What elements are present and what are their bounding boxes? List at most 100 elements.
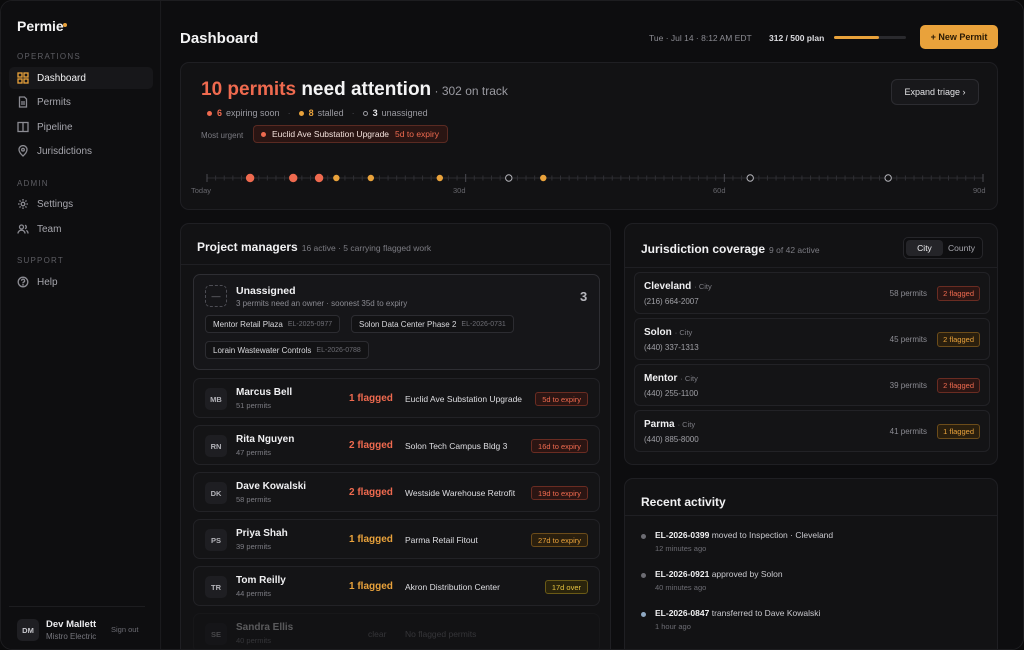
- sidebar-item-label: Team: [37, 223, 62, 235]
- new-permit-button[interactable]: + New Permit: [920, 25, 998, 49]
- plan-usage-bar: [834, 36, 906, 39]
- attention-count: 10 permits: [201, 79, 297, 100]
- recent-activity-card: Recent activity EL-2026-0399 moved to In…: [624, 478, 998, 649]
- timeline-dot-unassigned[interactable]: [505, 174, 513, 182]
- toggle-city[interactable]: City: [906, 240, 943, 256]
- avatar: DM: [17, 619, 39, 641]
- jurisdiction-type: · City: [680, 374, 698, 383]
- divider: [625, 267, 997, 268]
- jurisdiction-type: · City: [694, 282, 712, 291]
- timeline-dot-stalled[interactable]: [367, 174, 375, 182]
- unassigned-permit-chip[interactable]: Lorain Wastewater Controls EL-2026-0788: [205, 341, 369, 359]
- most-urgent-expiry: 5d to expiry: [395, 129, 439, 139]
- unassigned-group[interactable]: — Unassigned 3 permits need an owner · s…: [193, 274, 600, 370]
- avatar: MB: [205, 388, 227, 410]
- activity-text: EL-2026-0399 moved to Inspection · Cleve…: [655, 530, 833, 540]
- timeline-dot-unassigned[interactable]: [746, 174, 754, 182]
- flagged-count: 2 flagged: [349, 440, 393, 451]
- stat-separator: ·: [287, 108, 291, 118]
- timeline-dot-stalled[interactable]: [333, 174, 340, 182]
- sidebar-item-dashboard[interactable]: Dashboard: [9, 67, 153, 89]
- manager-name: Rita Nguyen: [236, 434, 295, 445]
- sidebar-item-permits[interactable]: Permits: [9, 91, 153, 113]
- expiring-dot-icon: [207, 110, 212, 116]
- timeline-label-90d: 90d: [973, 186, 986, 195]
- jurisdiction-permit-count: 41 permits: [889, 427, 927, 436]
- user-profile[interactable]: DM Dev Mallett Mistro Electric Sign out: [9, 606, 145, 646]
- avatar: RN: [205, 435, 227, 457]
- jurisdiction-phone: (216) 664-2007: [644, 297, 699, 306]
- timeline-dot-expiring[interactable]: [245, 173, 255, 183]
- sidebar-item-jurisdictions[interactable]: Jurisdictions: [9, 140, 153, 162]
- activity-description: moved to Inspection · Cleveland: [709, 530, 834, 540]
- avatar: TR: [205, 576, 227, 598]
- toggle-county[interactable]: County: [943, 240, 980, 256]
- card-title: Jurisdiction coverage: [641, 242, 766, 256]
- activity-description: approved by Solon: [709, 569, 783, 579]
- divider: [181, 264, 610, 265]
- manager-row[interactable]: TR Tom Reilly 44 permits 1 flagged Akron…: [193, 566, 600, 606]
- activity-text: EL-2026-0847 transferred to Dave Kowalsk…: [655, 608, 820, 618]
- columns-icon: [17, 121, 29, 133]
- manager-row[interactable]: DK Dave Kowalski 58 permits 2 flagged We…: [193, 472, 600, 512]
- sidebar-item-team[interactable]: Team: [9, 218, 153, 240]
- app-window: Permie OPERATIONS Dashboard Permits Pipe…: [0, 0, 1024, 650]
- sidebar-item-pipeline[interactable]: Pipeline: [9, 116, 153, 138]
- users-icon: [17, 224, 29, 234]
- manager-permit-count: 40 permits: [236, 636, 272, 645]
- flagged-badge: 2 flagged: [937, 332, 980, 347]
- jurisdiction-row[interactable]: Cleveland · City (216) 664-2007 58 permit…: [634, 272, 990, 314]
- flagged-badge: 1 flagged: [937, 424, 980, 439]
- jurisdiction-row[interactable]: Mentor · City (440) 255-1100 39 permits 2…: [634, 364, 990, 406]
- jurisdiction-row[interactable]: Parma · City (440) 885-8000 41 permits 1 …: [634, 410, 990, 452]
- expiry-badge: 17d over: [544, 580, 588, 594]
- jurisdiction-header: Jurisdiction coverage 9 of 42 active: [641, 242, 820, 256]
- no-flagged-note: No flagged permits: [405, 629, 477, 639]
- manager-permit-count: 58 permits: [236, 495, 272, 504]
- sidebar-item-help[interactable]: Help: [9, 271, 153, 293]
- jurisdiction-type-toggle: City County: [903, 237, 983, 259]
- sidebar-item-label: Jurisdictions: [37, 145, 93, 157]
- manager-row[interactable]: MB Marcus Bell 51 permits 1 flagged Eucl…: [193, 378, 600, 418]
- manager-name: Sandra Ellis: [236, 622, 294, 633]
- attention-headline: 10 permits need attention · 302 on track: [201, 79, 508, 101]
- manager-name: Priya Shah: [236, 528, 288, 539]
- jurisdiction-type: · City: [674, 328, 693, 337]
- project-managers-header: Project managers 16 active · 5 carrying f…: [197, 240, 431, 254]
- timeline-dot-unassigned[interactable]: [884, 174, 892, 182]
- activity-text: EL-2026-0921 approved by Solon: [655, 569, 783, 579]
- jurisdiction-permit-count: 58 permits: [889, 289, 927, 298]
- flagged-project: Euclid Ave Substation Upgrade: [405, 394, 523, 404]
- gear-icon: [18, 199, 28, 209]
- timeline-label-60d: 60d: [713, 186, 726, 195]
- unassigned-permit-chip[interactable]: Mentor Retail Plaza EL-2025-0977: [205, 315, 341, 333]
- manager-row[interactable]: RN Rita Nguyen 47 permits 2 flagged Solo…: [193, 425, 600, 465]
- unassigned-permit-chip[interactable]: Solon Data Center Phase 2 EL-2026-0731: [351, 315, 514, 333]
- jurisdiction-row[interactable]: Solon · City (440) 337-1313 45 permits 2 …: [634, 318, 990, 360]
- activity-time: 12 minutes ago: [655, 544, 707, 553]
- unassigned-label: unassigned: [381, 108, 428, 118]
- sidebar-item-label: Dashboard: [37, 72, 86, 84]
- jurisdiction-name-line: Mentor · City: [644, 373, 698, 384]
- flagged-project: Westside Warehouse Retrofit: [405, 488, 516, 498]
- jurisdiction-name-line: Parma · City: [644, 419, 695, 430]
- activity-permit-id: EL-2026-0847: [655, 608, 710, 618]
- sidebar-item-settings[interactable]: Settings: [9, 193, 153, 215]
- manager-row[interactable]: SE Sandra Ellis 40 permits clear No flag…: [193, 613, 600, 649]
- expiring-label: expiring soon: [226, 108, 280, 118]
- attention-headline-text: need attention: [296, 79, 432, 100]
- most-urgent-chip[interactable]: Euclid Ave Substation Upgrade 5d to expi…: [253, 125, 448, 143]
- jurisdiction-coverage-card: Jurisdiction coverage 9 of 42 active City…: [624, 223, 998, 465]
- jurisdiction-permit-count: 39 permits: [889, 381, 927, 390]
- timeline-dot-stalled[interactable]: [540, 174, 547, 182]
- jurisdiction-name: Cleveland: [644, 281, 692, 292]
- sign-out-link[interactable]: Sign out: [111, 625, 139, 634]
- timeline-dot-stalled[interactable]: [436, 174, 443, 182]
- manager-row[interactable]: PS Priya Shah 39 permits 1 flagged Parma…: [193, 519, 600, 559]
- timeline-dot-expiring[interactable]: [314, 173, 324, 183]
- timeline-dot-expiring[interactable]: [289, 173, 298, 183]
- plan-usage-fill: [834, 36, 879, 39]
- expand-triage-button[interactable]: Expand triage ›: [891, 79, 979, 105]
- flagged-project: Akron Distribution Center: [405, 582, 500, 592]
- brand-logo[interactable]: Permie: [17, 18, 64, 34]
